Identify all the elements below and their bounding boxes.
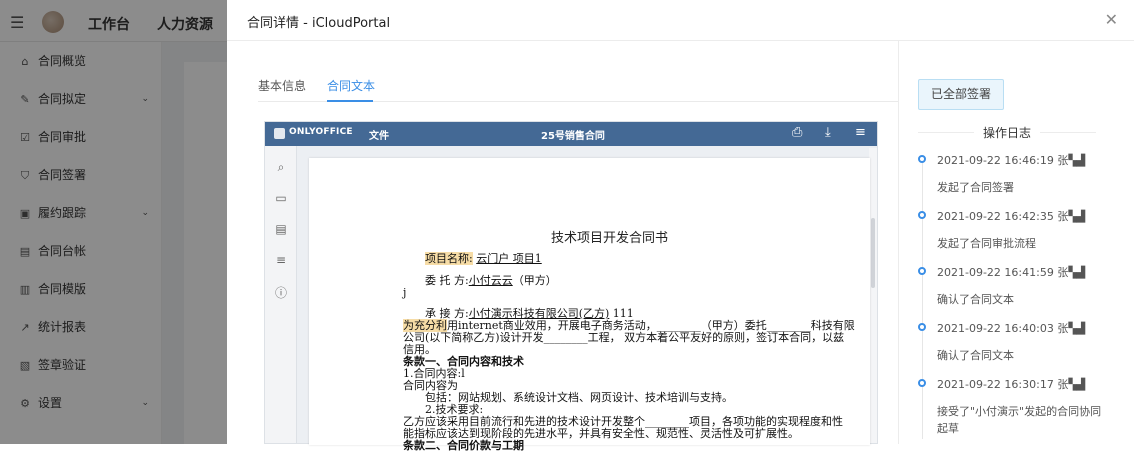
- drawer-header: 合同详情 - iCloudPortal ✕: [227, 0, 1134, 41]
- doc-party-a-value: 小付云云: [468, 274, 513, 287]
- timeline-dot: [918, 211, 926, 219]
- onlyoffice-logo-icon: [274, 128, 285, 139]
- contract-detail-drawer: 合同详情 - iCloudPortal ✕ 基本信息 合同文本 ONLYOFFI…: [227, 0, 1134, 452]
- doc-j-line: j: [403, 286, 407, 299]
- log-time: 2021-09-22 16:46:19: [937, 154, 1054, 167]
- log-user: 张▚▟: [1057, 322, 1086, 335]
- log-user: 张▚▟: [1057, 210, 1086, 223]
- editor-scrollbar[interactable]: [869, 148, 877, 443]
- log-description: 发起了合同审批流程: [937, 237, 1036, 250]
- drawer-main: 基本信息 合同文本 ONLYOFFICE 文件 25号销售合同 ⎙ ⤓ ≡ ⌕ ▭…: [227, 41, 898, 452]
- print-icon[interactable]: ⎙: [792, 125, 802, 140]
- log-time: 2021-09-22 16:30:17: [937, 378, 1054, 391]
- log-description: 接受了"小付演示"发起的合同协同起草: [937, 405, 1102, 435]
- doc-party-a-label: 委 托 方:: [425, 274, 469, 287]
- log-user: 张▚▟: [1057, 378, 1086, 391]
- log-description: 发起了合同签署: [937, 181, 1014, 194]
- log-time-line: 2021-09-22 16:30:17 张▚▟: [937, 376, 1085, 392]
- timeline-dot: [918, 155, 926, 163]
- log-time: 2021-09-22 16:41:59: [937, 266, 1054, 279]
- log-time-line: 2021-09-22 16:40:03 张▚▟: [937, 320, 1085, 336]
- doc-project-label: 项目名称:: [425, 252, 473, 265]
- document-editor: ONLYOFFICE 文件 25号销售合同 ⎙ ⤓ ≡ ⌕ ▭ ▤ ≡ ⓘ 技术项目开发…: [264, 121, 878, 452]
- log-user: 张▚▟: [1057, 266, 1086, 279]
- doc-title: 技术项目开发合同书: [551, 231, 669, 246]
- timeline-dot: [918, 323, 926, 331]
- hamburger-menu-icon[interactable]: ≡: [855, 125, 866, 140]
- doc-party-a-suffix: （甲方）: [512, 274, 557, 287]
- drawer-title: 合同详情 - iCloudPortal: [247, 16, 391, 31]
- status-badge: 已全部签署: [918, 79, 1004, 110]
- doc-clause-2: 条款二、合同价款与工期: [403, 439, 524, 452]
- file-menu[interactable]: 文件: [369, 127, 389, 142]
- scrollbar-thumb[interactable]: [871, 218, 875, 288]
- doc-project-line: 项目名称: 云门户 项目1: [425, 252, 542, 265]
- close-icon[interactable]: ✕: [1105, 10, 1118, 29]
- tab-active-indicator: [327, 100, 373, 102]
- download-icon[interactable]: ⤓: [825, 125, 831, 140]
- doc-body-2: 公司(以下简称乙方)设计开发________工程， 双方本着公平友好的原则，签订…: [403, 331, 845, 344]
- editor-toolbar: ONLYOFFICE 文件 25号销售合同 ⎙ ⤓ ≡: [265, 122, 877, 146]
- info-icon[interactable]: ⓘ: [265, 284, 297, 301]
- doc-project-value: 云门户 项目1: [476, 252, 542, 265]
- log-description: 确认了合同文本: [937, 293, 1014, 306]
- log-time: 2021-09-22 16:40:03: [937, 322, 1054, 335]
- log-time-line: 2021-09-22 16:41:59 张▚▟: [937, 264, 1085, 280]
- drawer-side-panel: 已全部签署 操作日志 2021-09-22 16:46:19 张▚▟ 发起了合同签…: [898, 41, 1134, 444]
- log-description: 确认了合同文本: [937, 349, 1014, 362]
- log-user: 张▚▟: [1057, 154, 1086, 167]
- search-icon[interactable]: ⌕: [265, 160, 297, 175]
- editor-brand: ONLYOFFICE: [289, 127, 353, 137]
- document-name: 25号销售合同: [541, 131, 605, 142]
- tab-basic-info[interactable]: 基本信息: [258, 77, 306, 94]
- document-page[interactable]: 技术项目开发合同书 项目名称: 云门户 项目1 委 托 方:小付云云（甲方） j…: [309, 158, 870, 452]
- tab-bar: 基本信息 合同文本: [258, 67, 898, 102]
- log-time-line: 2021-09-22 16:46:19 张▚▟: [937, 152, 1085, 168]
- align-icon[interactable]: ≡: [265, 253, 297, 267]
- comment-icon[interactable]: ▭: [265, 191, 297, 205]
- tab-contract-text[interactable]: 合同文本: [327, 77, 375, 94]
- log-time-line: 2021-09-22 16:42:35 张▚▟: [937, 208, 1085, 224]
- log-time: 2021-09-22 16:42:35: [937, 210, 1054, 223]
- editor-left-rail: ⌕ ▭ ▤ ≡ ⓘ: [265, 146, 297, 443]
- doc-party-a-line: 委 托 方:小付云云（甲方）: [425, 274, 557, 287]
- chat-icon[interactable]: ▤: [265, 222, 297, 236]
- timeline-dot: [918, 267, 926, 275]
- log-title: 操作日志: [983, 126, 1032, 140]
- timeline-axis: [922, 159, 923, 439]
- timeline-dot: [918, 379, 926, 387]
